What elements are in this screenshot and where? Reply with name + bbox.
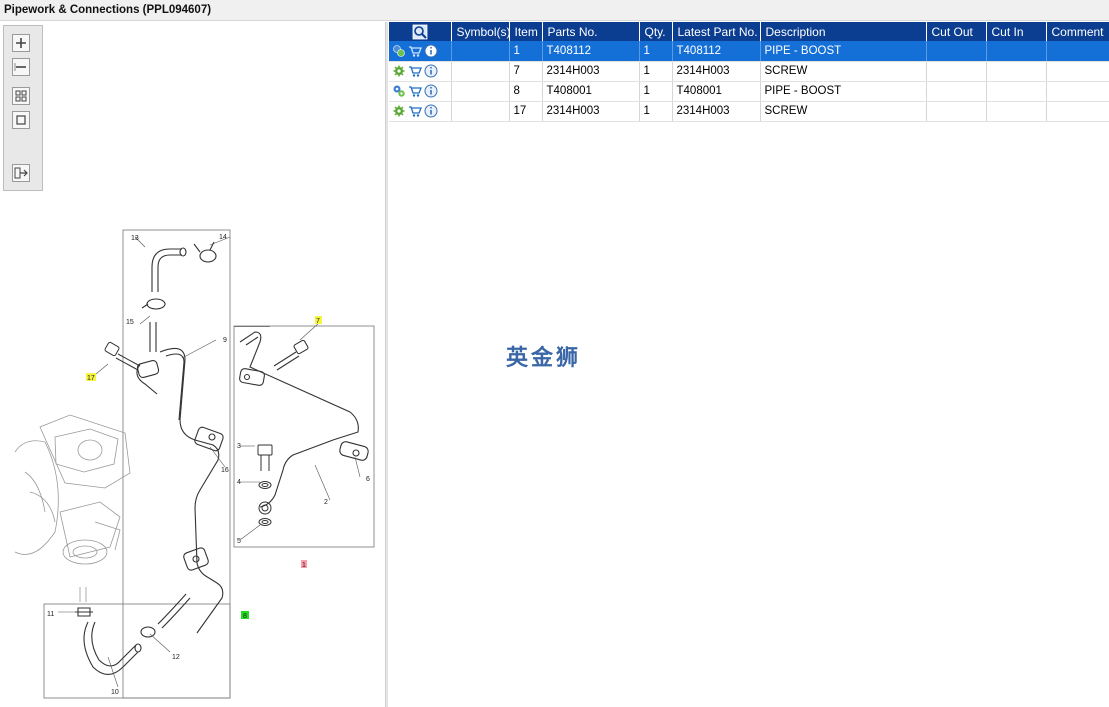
info-icon[interactable]: [424, 64, 438, 78]
cell-qty: 1: [639, 61, 673, 82]
cell-description: SCREW: [760, 61, 927, 82]
cell-item: 17: [509, 101, 543, 122]
cell-parts-no: 2314H003: [542, 101, 640, 122]
exploded-parts-diagram[interactable]: 13 14 15 9 7 17 3 4 5 6 2 16 11 12 10 8 …: [0, 192, 385, 707]
table-row[interactable]: 1 T408112 1 T408112 PIPE - BOOST: [389, 41, 1109, 62]
callout-17[interactable]: 17: [87, 375, 95, 382]
table-header-row: Symbol(s) Item Parts No. Qty. Latest Par…: [389, 22, 1109, 41]
cell-cut-in: [986, 101, 1047, 122]
cell-symbols: [451, 61, 510, 82]
cell-cut-in: [986, 81, 1047, 102]
table-row[interactable]: 7 2314H003 1 2314H003 SCREW: [389, 61, 1109, 82]
export-button[interactable]: [12, 164, 30, 182]
callout-3[interactable]: 3: [237, 443, 241, 450]
column-description[interactable]: Description: [760, 22, 927, 41]
column-latest-part-no[interactable]: Latest Part No.: [672, 22, 761, 41]
cell-latest-part-no: 2314H003: [672, 101, 761, 122]
cell-cut-out: [926, 41, 987, 62]
part-group-icon[interactable]: [392, 84, 406, 98]
callout-6[interactable]: 6: [366, 476, 370, 483]
callout-7[interactable]: 7: [316, 318, 320, 325]
cell-latest-part-no: 2314H003: [672, 61, 761, 82]
cell-cut-in: [986, 61, 1047, 82]
search-icon[interactable]: [412, 24, 428, 40]
cell-symbols: [451, 101, 510, 122]
callout-12[interactable]: 12: [172, 654, 180, 661]
diagram-pane[interactable]: 13 14 15 9 7 17 3 4 5 6 2 16 11 12 10 8 …: [0, 22, 385, 707]
grid-icon: [15, 90, 27, 102]
callout-10[interactable]: 10: [111, 689, 119, 696]
callout-1[interactable]: 1: [302, 562, 306, 569]
table-row[interactable]: 17 2314H003 1 2314H003 SCREW: [389, 101, 1109, 122]
info-icon[interactable]: [424, 104, 438, 118]
diagram-toolbar: [3, 25, 43, 191]
info-icon[interactable]: [424, 44, 438, 58]
cell-qty: 1: [639, 101, 673, 122]
callout-4[interactable]: 4: [237, 479, 241, 486]
column-qty[interactable]: Qty.: [639, 22, 673, 41]
table-row[interactable]: 8 T408001 1 T408001 PIPE - BOOST: [389, 81, 1109, 102]
cell-cut-out: [926, 61, 987, 82]
cell-comment: [1046, 61, 1109, 82]
gear-icon[interactable]: [392, 64, 406, 78]
callout-13[interactable]: 13: [131, 235, 139, 242]
cell-item: 1: [509, 41, 543, 62]
cell-latest-part-no: T408112: [672, 41, 761, 62]
column-cut-in[interactable]: Cut In: [986, 22, 1047, 41]
fit-all-button[interactable]: [12, 87, 30, 105]
cell-cut-out: [926, 101, 987, 122]
square-icon: [16, 115, 26, 125]
cell-description: PIPE - BOOST: [760, 81, 927, 102]
cell-item: 7: [509, 61, 543, 82]
cart-icon[interactable]: [408, 44, 422, 58]
window-titlebar: Pipework & Connections (PPL094607): [0, 0, 1109, 21]
cell-parts-no: T408001: [542, 81, 640, 102]
cell-cut-out: [926, 81, 987, 102]
callout-15[interactable]: 15: [126, 319, 134, 326]
column-comment[interactable]: Comment: [1046, 22, 1109, 41]
search-column-header[interactable]: [389, 22, 452, 41]
cell-parts-no: 2314H003: [542, 61, 640, 82]
callout-2[interactable]: 2: [324, 499, 328, 506]
minus-icon: [14, 63, 26, 71]
actual-size-button[interactable]: [12, 111, 30, 129]
info-icon[interactable]: [424, 84, 438, 98]
cell-symbols: [451, 81, 510, 102]
cell-cut-in: [986, 41, 1047, 62]
callout-8[interactable]: 8: [243, 613, 247, 620]
callout-14[interactable]: 14: [219, 234, 227, 241]
cart-icon[interactable]: [408, 64, 422, 78]
zoom-in-button[interactable]: [12, 34, 30, 52]
column-parts-no[interactable]: Parts No.: [542, 22, 640, 41]
cell-comment: [1046, 41, 1109, 62]
cell-comment: [1046, 101, 1109, 122]
parts-table: Symbol(s) Item Parts No. Qty. Latest Par…: [389, 22, 1109, 122]
column-symbols[interactable]: Symbol(s): [451, 22, 510, 41]
column-item[interactable]: Item: [509, 22, 543, 41]
cart-icon[interactable]: [408, 104, 422, 118]
callout-11[interactable]: 11: [47, 611, 54, 618]
callout-5[interactable]: 5: [237, 538, 241, 545]
cell-description: PIPE - BOOST: [760, 41, 927, 62]
cell-item: 8: [509, 81, 543, 102]
watermark-text: 英金狮: [506, 346, 582, 371]
parts-list-pane: Symbol(s) Item Parts No. Qty. Latest Par…: [388, 22, 1109, 707]
cell-qty: 1: [639, 81, 673, 102]
callout-9[interactable]: 9: [223, 337, 227, 344]
cell-comment: [1046, 81, 1109, 102]
cart-icon[interactable]: [408, 84, 422, 98]
gear-icon[interactable]: [392, 104, 406, 118]
cell-qty: 1: [639, 41, 673, 62]
plus-icon: [16, 38, 26, 48]
window-title: Pipework & Connections (PPL094607): [4, 4, 212, 16]
column-cut-out[interactable]: Cut Out: [926, 22, 987, 41]
part-group-icon[interactable]: [392, 44, 406, 58]
cell-latest-part-no: T408001: [672, 81, 761, 102]
zoom-out-button[interactable]: [12, 58, 30, 76]
callout-16[interactable]: 16: [221, 467, 229, 474]
cell-parts-no: T408112: [542, 41, 640, 62]
export-arrow-icon: [14, 167, 28, 179]
cell-symbols: [451, 41, 510, 62]
cell-description: SCREW: [760, 101, 927, 122]
